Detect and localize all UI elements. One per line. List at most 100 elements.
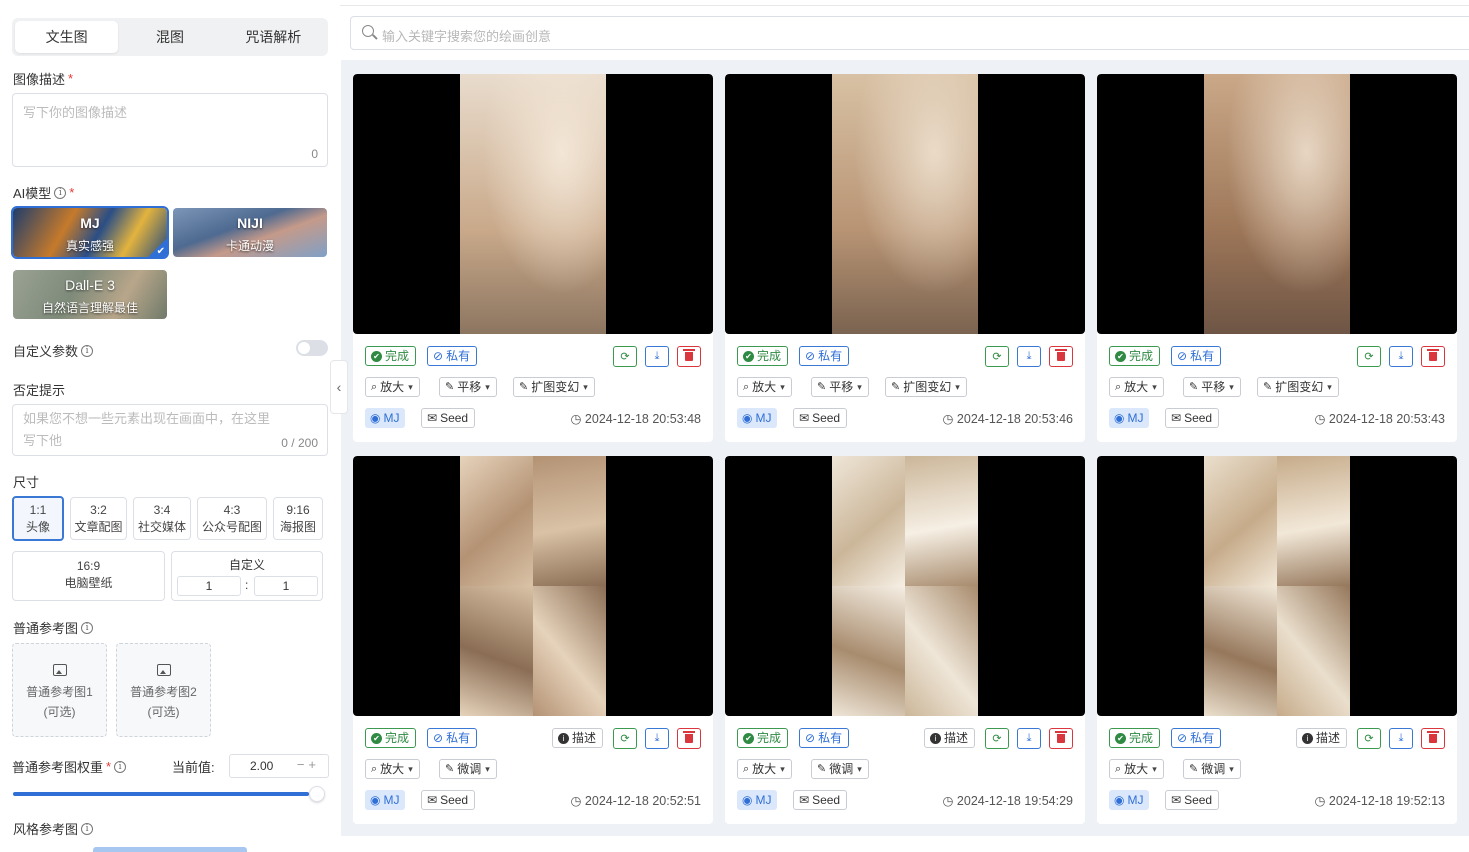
generate-button-partial[interactable] [93, 847, 247, 852]
download-button[interactable]: ⤓ [1389, 728, 1413, 749]
model-text: MJ [383, 793, 400, 807]
info-icon[interactable]: i [81, 344, 94, 357]
custom-width-input[interactable]: 1 [177, 576, 241, 596]
info-icon[interactable]: i [81, 822, 94, 835]
result-image[interactable] [353, 456, 713, 716]
action-dropdown[interactable]: ✎ 微调 ▾ [1183, 759, 1241, 779]
size-option-1-1[interactable]: 1:1 头像 [12, 496, 64, 541]
action-dropdown[interactable]: ⌕ 放大 ▾ [737, 377, 792, 397]
regenerate-button[interactable]: ⟳ [613, 346, 637, 367]
model-badge[interactable]: ◉ MJ [737, 790, 778, 810]
seed-button[interactable]: ✉ Seed [421, 790, 476, 810]
model-badge[interactable]: ◉ MJ [365, 790, 406, 810]
model-badge[interactable]: ◉ MJ [1109, 408, 1150, 428]
action-dropdown[interactable]: ⌕ 放大 ▾ [365, 759, 420, 779]
privacy-toggle[interactable]: ⊘ 私有 [427, 728, 478, 748]
action-dropdown[interactable]: ✎ 微调 ▾ [439, 759, 497, 779]
delete-button[interactable] [1421, 728, 1445, 749]
model-badge[interactable]: ◉ MJ [737, 408, 778, 428]
action-dropdown[interactable]: ✎ 平移 ▾ [439, 377, 497, 397]
regenerate-button[interactable]: ⟳ [1357, 728, 1381, 749]
privacy-text: 私有 [1190, 349, 1215, 363]
delete-button[interactable] [677, 728, 701, 749]
describe-button[interactable]: i 描述 [1295, 728, 1347, 748]
action-dropdown[interactable]: ✎ 平移 ▾ [811, 377, 869, 397]
seed-text: Seed [440, 793, 469, 807]
download-button[interactable]: ⤓ [645, 728, 669, 749]
download-button[interactable]: ⤓ [1017, 728, 1041, 749]
custom-height-input[interactable]: 1 [254, 576, 318, 596]
action-dropdown[interactable]: ⌕ 放大 ▾ [737, 759, 792, 779]
info-icon[interactable]: i [54, 186, 67, 199]
size-option-3-4[interactable]: 3:4 社交媒体 [133, 497, 191, 540]
seed-button[interactable]: ✉ Seed [421, 408, 476, 428]
model-text: MJ [755, 793, 772, 807]
custom-params-toggle[interactable] [296, 340, 328, 356]
size-option-3-2[interactable]: 3:2 文章配图 [70, 497, 127, 540]
result-image[interactable] [1097, 74, 1457, 334]
regenerate-button[interactable]: ⟳ [1357, 346, 1381, 367]
model-badge[interactable]: ◉ MJ [1109, 790, 1150, 810]
info-icon[interactable]: i [81, 621, 94, 634]
regenerate-button[interactable]: ⟳ [985, 346, 1009, 367]
result-image[interactable] [725, 74, 1085, 334]
ref-upload-1[interactable]: 普通参考图1 (可选) [12, 643, 107, 737]
result-image[interactable] [1097, 456, 1457, 716]
action-dropdown[interactable]: ✎ 扩图变幻 ▾ [1257, 377, 1339, 397]
search-input[interactable]: 输入关键字搜索您的绘画创意 [350, 16, 1469, 50]
tab-text-to-image[interactable]: 文生图 [15, 21, 119, 53]
stepper-icon[interactable]: −+ [297, 757, 320, 772]
seed-text: Seed [440, 411, 469, 425]
collapse-sidebar-button[interactable]: ‹ [330, 360, 348, 414]
action-dropdown[interactable]: ✎ 扩图变幻 ▾ [513, 377, 595, 397]
seed-button[interactable]: ✉ Seed [1165, 790, 1220, 810]
weight-number-input[interactable]: 2.00 −+ [229, 754, 329, 778]
delete-button[interactable] [1421, 346, 1445, 367]
delete-button[interactable] [1049, 346, 1073, 367]
privacy-toggle[interactable]: ⊘ 私有 [799, 346, 850, 366]
weight-slider-track[interactable] [13, 792, 309, 796]
ref-upload-2[interactable]: 普通参考图2 (可选) [116, 643, 211, 737]
result-image[interactable] [725, 456, 1085, 716]
info-icon[interactable]: i [114, 760, 127, 773]
download-button[interactable]: ⤓ [645, 346, 669, 367]
tab-prompt-analysis[interactable]: 咒语解析 [222, 21, 325, 53]
seed-button[interactable]: ✉ Seed [793, 790, 848, 810]
action-dropdown[interactable]: ⌕ 放大 ▾ [1109, 377, 1164, 397]
prompt-textarea[interactable]: 写下你的图像描述 0 [12, 93, 328, 167]
negative-prompt-textarea[interactable]: 如果您不想一些元素出现在画面中，在这里 写下他 0 / 200 [12, 404, 328, 456]
result-image[interactable] [353, 74, 713, 334]
tab-blend[interactable]: 混图 [118, 21, 221, 53]
model-badge[interactable]: ◉ MJ [365, 408, 406, 428]
action-dropdown[interactable]: ✎ 平移 ▾ [1183, 377, 1241, 397]
download-button[interactable]: ⤓ [1017, 346, 1041, 367]
weight-slider-thumb[interactable] [309, 786, 325, 802]
describe-button[interactable]: i 描述 [923, 728, 975, 748]
delete-button[interactable] [677, 346, 701, 367]
model-option-niji[interactable]: NIJI 卡通动漫 [173, 208, 327, 257]
action-dropdown[interactable]: ✎ 微调 ▾ [811, 759, 869, 779]
describe-button[interactable]: i 描述 [551, 728, 603, 748]
size-option-16-9[interactable]: 16:9 电脑壁纸 [12, 551, 165, 601]
action-dropdown[interactable]: ⌕ 放大 ▾ [365, 377, 420, 397]
size-option-4-3[interactable]: 4:3 公众号配图 [197, 497, 267, 540]
privacy-toggle[interactable]: ⊘ 私有 [1171, 346, 1222, 366]
prompt-label-text: 图像描述 [13, 72, 66, 87]
seed-button[interactable]: ✉ Seed [1165, 408, 1220, 428]
action-dropdown[interactable]: ✎ 扩图变幻 ▾ [885, 377, 967, 397]
regenerate-button[interactable]: ⟳ [985, 728, 1009, 749]
regenerate-button[interactable]: ⟳ [613, 728, 637, 749]
seed-button[interactable]: ✉ Seed [793, 408, 848, 428]
size-option-9-16[interactable]: 9:16 海报图 [273, 497, 323, 540]
selected-check-icon: ✔ [147, 239, 167, 257]
delete-button[interactable] [1049, 728, 1073, 749]
privacy-toggle[interactable]: ⊘ 私有 [799, 728, 850, 748]
action-label: 放大 [380, 762, 405, 776]
privacy-toggle[interactable]: ⊘ 私有 [1171, 728, 1222, 748]
model-option-mj[interactable]: MJ 真实感强 ✔ [11, 206, 169, 259]
privacy-toggle[interactable]: ⊘ 私有 [427, 346, 478, 366]
action-dropdown[interactable]: ⌕ 放大 ▾ [1109, 759, 1164, 779]
model-option-dalle3[interactable]: Dall-E 3 自然语言理解最佳 [13, 270, 167, 319]
required-mark: * [106, 759, 112, 774]
download-button[interactable]: ⤓ [1389, 346, 1413, 367]
